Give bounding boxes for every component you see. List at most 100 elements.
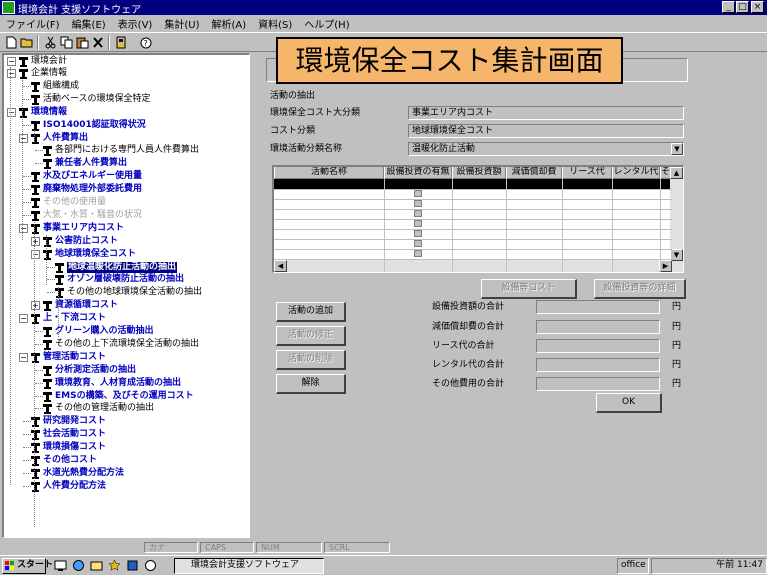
investment-flag-checkbox[interactable] [414,230,422,237]
investment-flag-checkbox[interactable] [414,210,422,217]
tree-item[interactable]: 人件費分配方法 [43,481,106,492]
tree-item[interactable]: 活動ベースの環境保全特定 [43,94,151,105]
menu-help[interactable]: ヘルプ(H) [304,16,349,31]
tree-item[interactable]: 水道光熱費分配方法 [43,468,124,479]
tree-item[interactable]: 各部門における専門人員人件費算出 [55,145,199,156]
tree-item[interactable]: 環境情報 [31,107,67,118]
grid-header-lease[interactable]: リース代 [562,167,612,179]
menu-analysis[interactable]: 解析(A) [211,16,246,31]
tree-item[interactable]: 環境損傷コスト [43,442,106,453]
tree-item[interactable]: 企業情報 [31,68,67,79]
cancel-button[interactable]: 解除 [276,374,346,394]
major-category-field[interactable]: 事業エリア内コスト [408,106,684,120]
tree-item[interactable]: 大気・水質・騒音の状況 [43,210,142,221]
menu-materials[interactable]: 資料(S) [258,16,292,31]
app-shortcut-icon[interactable] [126,559,139,572]
tree-item[interactable]: EMSの構築、及びその運用コスト [55,391,194,402]
tree-expander[interactable]: − [19,134,28,143]
scroll-left-icon[interactable]: ◀ [274,260,287,272]
office-tray[interactable]: office [617,558,649,574]
tree-item[interactable]: 社会活動コスト [43,429,106,440]
tree-expander[interactable]: − [7,69,16,78]
investment-flag-checkbox[interactable] [414,200,422,207]
tree-item[interactable]: 環境教育、人材育成活動の抽出 [55,378,181,389]
tree-item[interactable]: 分析測定活動の抽出 [55,365,136,376]
tree-item[interactable]: オゾン層破壊防止活動の抽出 [67,274,184,285]
tree-item[interactable]: 人件費算出 [43,133,88,144]
grid-header-rental[interactable]: レンタル代 [612,167,660,179]
clock[interactable]: 午前 11:47 [716,560,763,570]
menu-view[interactable]: 表示(V) [118,16,153,31]
app-icon[interactable] [2,1,15,14]
tree-item[interactable]: その他の上下流環境保全活動の抽出 [55,339,199,350]
tree-item[interactable]: 地球環境保全コスト [55,249,136,260]
activity-category-dropdown[interactable]: 温暖化防止活動 [408,142,684,156]
tree-item[interactable]: 廃棄物処理外部委託費用 [43,184,142,195]
tree-item[interactable]: 地球温暖化防止活動の抽出 [67,262,178,273]
tree-item[interactable]: その他の地球環境保全活動の抽出 [67,287,202,298]
cost-category-field[interactable]: 地球環境保全コスト [408,124,684,138]
tree-item[interactable]: 組織構成 [43,81,79,92]
minimize-button[interactable]: _ [722,1,735,13]
tree-expander[interactable]: + [31,237,40,246]
ok-button[interactable]: OK [596,393,662,413]
star-icon[interactable] [108,559,121,572]
tree-expander[interactable]: − [19,314,28,323]
chevron-down-icon[interactable]: ▼ [671,143,683,155]
tree-collapse-root[interactable]: − [7,57,16,66]
investment-flag-checkbox[interactable] [414,190,422,197]
tree-item[interactable]: 兼任者人件費算出 [55,158,127,169]
navigation-tree[interactable]: − 環境会計 − 企業情報組織構成活動ベースの環境保全特定 − 環境情報 ISO1400… [2,53,250,538]
tree-item[interactable]: 管理活動コスト [43,352,106,363]
grid-header-depreciation[interactable]: 減価償却費 [506,167,562,179]
open-folder-icon[interactable] [19,35,35,50]
menu-edit[interactable]: 編集(E) [72,16,106,31]
investment-flag-checkbox[interactable] [414,250,422,257]
new-file-icon[interactable] [3,35,19,50]
tree-item[interactable]: ISO14001認証取得状況 [43,120,146,131]
delete-icon[interactable] [90,35,106,50]
maximize-button[interactable]: □ [736,1,749,13]
menu-file[interactable]: ファイル(F) [6,16,60,31]
grid-header-investment-amount[interactable]: 設備投資額 [452,167,506,179]
tree-expander[interactable]: − [31,250,40,259]
tree-item[interactable]: その他の使用量 [43,197,106,208]
activity-grid[interactable]: 活動名称 設備投資の有無 設備投資額 減価償却費 リース代 レンタル代 その ▲… [272,165,684,273]
grid-header-activity-name[interactable]: 活動名称 [274,167,384,179]
help-cursor-icon[interactable]: ? [138,35,154,50]
tree-item[interactable]: 上・下流コスト [43,313,106,324]
tree-expander[interactable]: − [19,224,28,233]
tree-expander[interactable]: − [19,353,28,362]
tree-expander[interactable]: − [7,108,16,117]
edit-activity-button[interactable]: 活動の修正 [276,326,346,346]
scroll-up-icon[interactable]: ▲ [670,167,683,179]
cut-icon[interactable] [42,35,58,50]
tree-item[interactable]: 水及びエネルギー使用量 [43,171,142,182]
grid-vertical-scrollbar[interactable]: ▲ ▼ [670,167,683,272]
outlook-icon[interactable] [90,559,103,572]
tool-shortcut-icon[interactable] [144,559,157,572]
investment-flag-checkbox[interactable] [414,240,422,247]
equipment-detail-button[interactable]: 設備投資等の詳細 [594,279,686,299]
grid-header-investment-flag[interactable]: 設備投資の有無 [384,167,452,179]
close-button[interactable]: × [751,1,764,13]
menu-aggregate[interactable]: 集計(U) [164,16,199,31]
start-button[interactable]: スタート [2,558,53,574]
delete-activity-button[interactable]: 活動の削除 [276,350,346,370]
tree-item[interactable]: その他の管理活動の抽出 [55,403,154,414]
tree-item[interactable]: 事業エリア内コスト [43,223,124,234]
investment-flag-checkbox[interactable] [414,220,422,227]
copy-icon[interactable] [58,35,74,50]
tree-root-label[interactable]: 環境会計 [31,56,67,67]
browser-icon[interactable] [72,559,85,572]
desktop-icon[interactable] [54,559,67,572]
tree-item[interactable]: その他コスト [43,455,97,466]
equipment-cost-button[interactable]: 設備等コスト [481,279,577,299]
paste-icon[interactable] [74,35,90,50]
tree-item[interactable]: 公害防止コスト [55,236,118,247]
tree-item[interactable]: 研究開発コスト [43,416,106,427]
help-book-icon[interactable] [113,35,129,50]
tree-expander[interactable]: + [31,301,40,310]
task-button-env-accounting[interactable]: 環境会計支援ソフトウェア [174,558,324,574]
tree-item[interactable]: グリーン購入の活動抽出 [55,326,154,337]
